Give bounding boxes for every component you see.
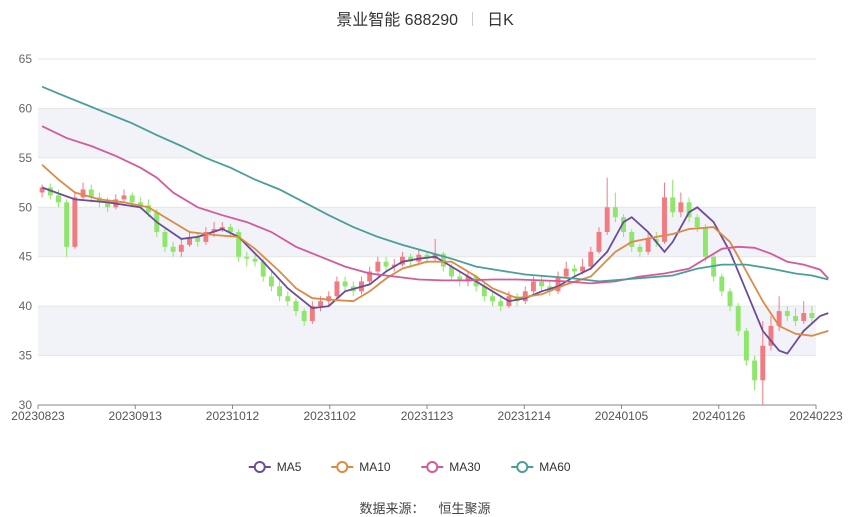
candle-body — [490, 296, 495, 302]
candle-body — [678, 202, 684, 213]
y-tick-label: 50 — [19, 200, 33, 214]
candle-body — [64, 202, 70, 247]
y-tick-label: 60 — [19, 101, 33, 115]
candle-body — [334, 281, 340, 297]
candle-body — [293, 301, 299, 312]
source-line: 数据来源： 恒生聚源 — [0, 498, 850, 517]
candle-body — [637, 246, 643, 252]
x-tick-label: 20231012 — [206, 409, 260, 423]
legend-marker — [336, 461, 349, 473]
candlestick-chart: 303540455055606520230823 20230913 20231012… — [11, 52, 843, 474]
candle-body — [498, 301, 504, 307]
candle-body — [645, 238, 651, 252]
candle-body — [277, 286, 283, 297]
x-tick-label: 20230823 — [11, 409, 65, 423]
x-tick-label: 20231214 — [498, 409, 552, 423]
candle-body — [743, 330, 749, 361]
candle-body — [318, 301, 323, 307]
legend-label: MA60 — [539, 460, 571, 474]
candle-body — [268, 276, 274, 287]
candle-body — [670, 197, 676, 213]
legend-marker — [426, 461, 439, 473]
grid-band — [38, 306, 816, 356]
y-tick-label: 40 — [19, 299, 33, 313]
candle-body — [727, 291, 733, 307]
x-tick-label: 20231102 — [304, 409, 357, 423]
candle-body — [719, 276, 725, 292]
legend-label: MA10 — [359, 460, 391, 474]
legend-marker — [516, 461, 529, 473]
candle-body — [252, 258, 258, 262]
candle-body — [285, 296, 291, 302]
candle-body — [72, 197, 78, 247]
candle-body — [809, 313, 815, 319]
candle-body — [531, 281, 536, 292]
candle-body — [170, 246, 176, 252]
candle-body — [596, 232, 602, 252]
candle-body — [244, 256, 250, 259]
x-tick-label: 20231123 — [401, 409, 454, 423]
source-value: 恒生聚源 — [438, 501, 491, 516]
x-tick-label: 20240105 — [595, 409, 649, 423]
x-tick-label: 20230913 — [109, 409, 163, 423]
candle-body — [571, 268, 577, 272]
y-tick-label: 65 — [19, 52, 33, 66]
candle-body — [735, 306, 741, 331]
candle-body — [121, 195, 127, 200]
candle-body — [383, 261, 389, 267]
candle-body — [375, 261, 381, 272]
y-tick-label: 55 — [19, 151, 33, 165]
candle-body — [694, 217, 700, 228]
candle-body — [162, 232, 168, 247]
candle-body — [793, 316, 798, 321]
candle-body — [702, 227, 708, 257]
y-tick-label: 45 — [19, 250, 33, 264]
candle-body — [342, 281, 348, 287]
source-label: 数据来源： — [359, 501, 425, 516]
x-tick-label: 20240126 — [692, 409, 746, 423]
candle-body — [129, 195, 135, 203]
candle-body — [760, 345, 766, 381]
candle-body — [752, 360, 758, 381]
y-tick-label: 35 — [19, 349, 33, 363]
candle-body — [604, 207, 610, 232]
candle-body — [178, 244, 184, 252]
candle-body — [801, 313, 807, 321]
legend-label: MA5 — [277, 460, 302, 474]
candle-body — [612, 207, 618, 218]
x-tick-label: 20240223 — [789, 409, 843, 423]
candle-body — [563, 268, 569, 277]
candle-body — [56, 195, 61, 203]
candle-body — [588, 251, 594, 267]
legend-marker — [253, 461, 266, 473]
candle-body — [301, 311, 307, 321]
candle-body — [539, 281, 545, 287]
candle-body — [784, 311, 790, 317]
legend-label: MA30 — [449, 460, 481, 474]
candle-body — [629, 232, 635, 247]
